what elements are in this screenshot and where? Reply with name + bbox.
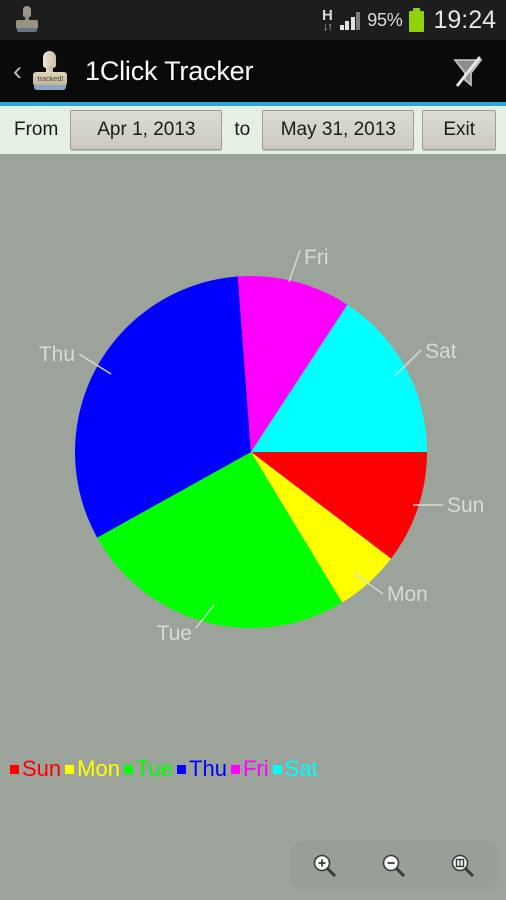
zoom-reset-button[interactable] xyxy=(442,847,484,885)
pie-label-tue: Tue xyxy=(157,622,192,645)
pie-slice-group xyxy=(75,276,428,628)
legend-label: Mon xyxy=(77,756,120,781)
leader-line-fri xyxy=(288,249,301,283)
legend-item-thu[interactable]: Thu xyxy=(173,756,227,782)
zoom-out-button[interactable] xyxy=(373,847,415,885)
legend-swatch-icon xyxy=(272,764,282,774)
status-bar-right: H ↓↑ 95% 19:24 xyxy=(322,6,496,35)
back-button[interactable]: ‹ xyxy=(6,57,29,85)
status-bar: H ↓↑ 95% 19:24 xyxy=(0,0,506,40)
notification-stamp-icon xyxy=(14,5,40,35)
from-label: From xyxy=(14,119,59,140)
date-range-bar: From Apr 1, 2013 to May 31, 2013 Exit xyxy=(0,102,506,154)
legend-label: Sun xyxy=(22,756,62,781)
legend-item-mon[interactable]: Mon xyxy=(61,756,120,782)
legend-swatch-icon xyxy=(65,764,75,774)
legend-swatch-icon xyxy=(177,764,187,774)
legend-swatch-icon xyxy=(123,764,133,774)
legend-swatch-icon xyxy=(10,764,19,774)
pie-label-sun: Sun xyxy=(447,494,484,517)
status-bar-clock: 19:24 xyxy=(433,5,496,34)
to-date-button[interactable]: May 31, 2013 xyxy=(262,110,415,150)
chart-legend: Sun Mon Tue Thu Fri Sat xyxy=(6,756,318,782)
legend-label: Tue xyxy=(135,756,174,781)
signal-bars-icon xyxy=(339,11,361,30)
app-bar: ‹ tracked! 1Click Tracker xyxy=(0,40,506,102)
app-title: 1Click Tracker xyxy=(85,55,254,86)
app-logo-stamp-icon: tracked! xyxy=(29,48,71,94)
legend-label: Thu xyxy=(189,756,227,781)
legend-item-tue[interactable]: Tue xyxy=(120,756,173,782)
battery-percent-label: 95% xyxy=(367,9,403,30)
network-data-arrows: ↓↑ xyxy=(322,20,333,33)
pie-label-thu: Thu xyxy=(39,343,75,366)
status-bar-left xyxy=(14,5,40,35)
pie-label-mon: Mon xyxy=(387,583,428,606)
to-label: to xyxy=(234,119,251,140)
from-date-button[interactable]: Apr 1, 2013 xyxy=(70,110,223,150)
legend-label: Sat xyxy=(284,756,318,781)
pie-chart[interactable]: Sun Mon Tue Thu Fri Sat xyxy=(0,154,506,900)
zoom-in-button[interactable] xyxy=(304,847,346,885)
exit-button[interactable]: Exit xyxy=(422,110,496,150)
battery-icon xyxy=(409,8,425,32)
filter-off-icon[interactable] xyxy=(446,49,490,93)
legend-label: Fri xyxy=(242,756,269,781)
app-logo-stamp-text: tracked! xyxy=(36,75,64,83)
zoom-controls-bar xyxy=(291,842,497,890)
legend-item-fri[interactable]: Fri xyxy=(227,756,269,782)
legend-item-sat[interactable]: Sat xyxy=(269,756,318,782)
legend-item-sun[interactable]: Sun xyxy=(6,756,61,782)
pie-label-sat: Sat xyxy=(425,340,457,363)
pie-label-fri: Fri xyxy=(304,246,329,269)
app-screen: H ↓↑ 95% 19:24 ‹ tracked! 1Click Tracker xyxy=(0,0,506,900)
legend-swatch-icon xyxy=(230,764,240,774)
pie-chart-area: Sun Mon Tue Thu Fri Sat xyxy=(0,154,506,900)
network-type-icon: H ↓↑ xyxy=(322,8,333,33)
